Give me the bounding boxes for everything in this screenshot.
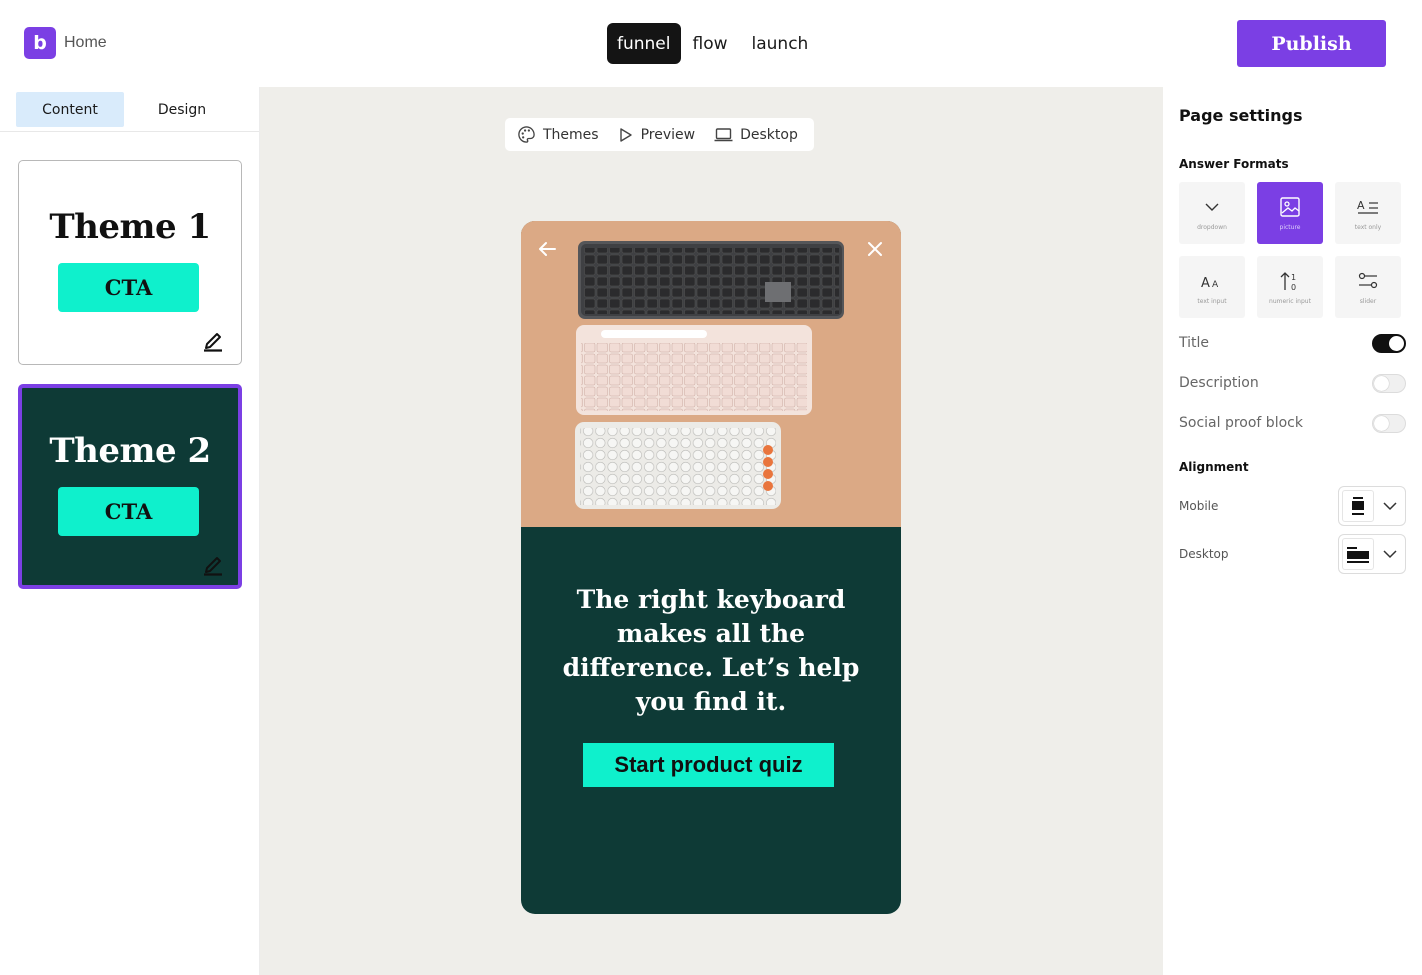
social-proof-toggle-row: Social proof block <box>1179 411 1406 435</box>
desktop-alignment-select[interactable] <box>1338 534 1406 574</box>
format-picture[interactable]: picture <box>1257 182 1323 244</box>
mobile-preview: The right keyboard makes all the differe… <box>521 221 901 914</box>
alignment-heading: Alignment <box>1179 460 1249 474</box>
sliders-icon <box>1358 272 1378 289</box>
svg-text:A: A <box>1357 199 1365 212</box>
canvas-toolbar: Themes Preview Desktop <box>505 118 814 151</box>
themes-button[interactable]: Themes <box>517 125 599 144</box>
title-toggle-row: Title <box>1179 331 1406 355</box>
alignment-label: Desktop <box>1179 547 1229 561</box>
theme-card-2[interactable]: Theme 2 CTA <box>18 384 242 589</box>
align-preview <box>1342 490 1374 522</box>
tab-design[interactable]: Design <box>128 92 236 127</box>
toggle-knob <box>1389 335 1404 351</box>
text-size-icon: A A <box>1201 276 1219 291</box>
description-toggle-row: Description <box>1179 371 1406 395</box>
edit-icon[interactable] <box>202 552 224 576</box>
close-icon[interactable] <box>867 241 883 257</box>
sort-numeric-icon: 1 0 <box>1280 272 1296 292</box>
text-lines-icon: A <box>1357 199 1378 214</box>
theme-cta-sample: CTA <box>58 487 199 536</box>
toggle-knob <box>1374 375 1389 391</box>
format-label: dropdown <box>1197 224 1227 231</box>
description-toggle[interactable] <box>1372 373 1406 393</box>
format-text-input[interactable]: A A text input <box>1179 256 1245 318</box>
left-panel-tabs: Content Design <box>16 92 240 127</box>
themes-label: Themes <box>543 126 599 143</box>
toggle-label: Description <box>1179 375 1259 391</box>
format-label: slider <box>1359 298 1377 305</box>
back-arrow-icon[interactable] <box>537 240 557 258</box>
format-text-only[interactable]: A text only <box>1335 182 1401 244</box>
mode-tab-launch[interactable]: launch <box>740 23 821 64</box>
align-wide-icon <box>1347 547 1369 563</box>
mode-tabs: funnel flow launch <box>607 23 820 64</box>
format-dropdown[interactable]: dropdown <box>1179 182 1245 244</box>
theme-cta-sample: CTA <box>58 263 199 312</box>
answer-format-grid: dropdown picture A text only A A text in… <box>1179 182 1401 318</box>
alignment-label: Mobile <box>1179 499 1219 513</box>
desktop-label: Desktop <box>740 126 798 143</box>
right-panel: Page settings Answer Formats dropdown pi… <box>1163 87 1422 975</box>
palette-icon <box>518 126 535 143</box>
preview-headline: The right keyboard makes all the differe… <box>562 585 860 716</box>
mode-tab-funnel[interactable]: funnel <box>607 23 681 64</box>
play-icon <box>619 127 632 142</box>
format-label: numeric input <box>1269 298 1311 305</box>
format-label: text input <box>1197 298 1227 305</box>
format-label: text only <box>1354 224 1382 231</box>
app-logo[interactable]: b <box>24 27 56 59</box>
tab-content[interactable]: Content <box>16 92 124 127</box>
page-settings-title: Page settings <box>1179 106 1303 125</box>
toggle-label: Title <box>1179 335 1210 351</box>
laptop-icon <box>714 127 733 141</box>
preview-button[interactable]: Preview <box>618 126 696 143</box>
theme-title: Theme 2 <box>49 431 211 471</box>
chevron-down-icon <box>1205 203 1219 211</box>
svg-text:0: 0 <box>1291 283 1296 292</box>
toggle-label: Social proof block <box>1179 415 1303 431</box>
toggle-knob <box>1374 415 1389 431</box>
top-bar: b Home funnel flow launch Publish <box>0 0 1422 87</box>
svg-text:A: A <box>1201 276 1210 291</box>
editor-canvas: Themes Preview Desktop The right keyboar… <box>260 87 1163 975</box>
svg-text:A: A <box>1212 280 1219 290</box>
chevron-down-icon <box>1383 550 1397 559</box>
publish-button[interactable]: Publish <box>1237 20 1386 67</box>
start-quiz-button[interactable]: Start product quiz <box>583 743 834 787</box>
title-toggle[interactable] <box>1372 333 1406 353</box>
home-link[interactable]: Home <box>64 34 107 52</box>
desktop-button[interactable]: Desktop <box>714 127 798 143</box>
theme-title: Theme 1 <box>49 207 211 247</box>
format-numeric-input[interactable]: 1 0 numeric input <box>1257 256 1323 318</box>
theme-card-1[interactable]: Theme 1 CTA <box>18 160 242 365</box>
preview-label: Preview <box>640 126 696 143</box>
format-label: picture <box>1279 224 1301 231</box>
mode-tab-flow[interactable]: flow <box>681 23 740 64</box>
mobile-alignment-select[interactable] <box>1338 486 1406 526</box>
hero-image <box>521 221 901 527</box>
answer-formats-heading: Answer Formats <box>1179 157 1289 171</box>
chevron-down-icon <box>1383 502 1397 511</box>
social-proof-toggle[interactable] <box>1372 413 1406 433</box>
divider <box>0 131 259 132</box>
edit-icon[interactable] <box>202 328 224 352</box>
keyboards-photo <box>521 221 901 527</box>
align-center-icon <box>1352 497 1364 515</box>
desktop-alignment-row: Desktop <box>1179 534 1406 574</box>
svg-text:1: 1 <box>1291 273 1296 282</box>
format-slider[interactable]: slider <box>1335 256 1401 318</box>
image-icon <box>1280 197 1300 217</box>
align-preview <box>1342 538 1374 570</box>
mobile-alignment-row: Mobile <box>1179 486 1406 526</box>
left-panel: Content Design Theme 1 CTA Theme 2 CTA <box>0 87 260 975</box>
